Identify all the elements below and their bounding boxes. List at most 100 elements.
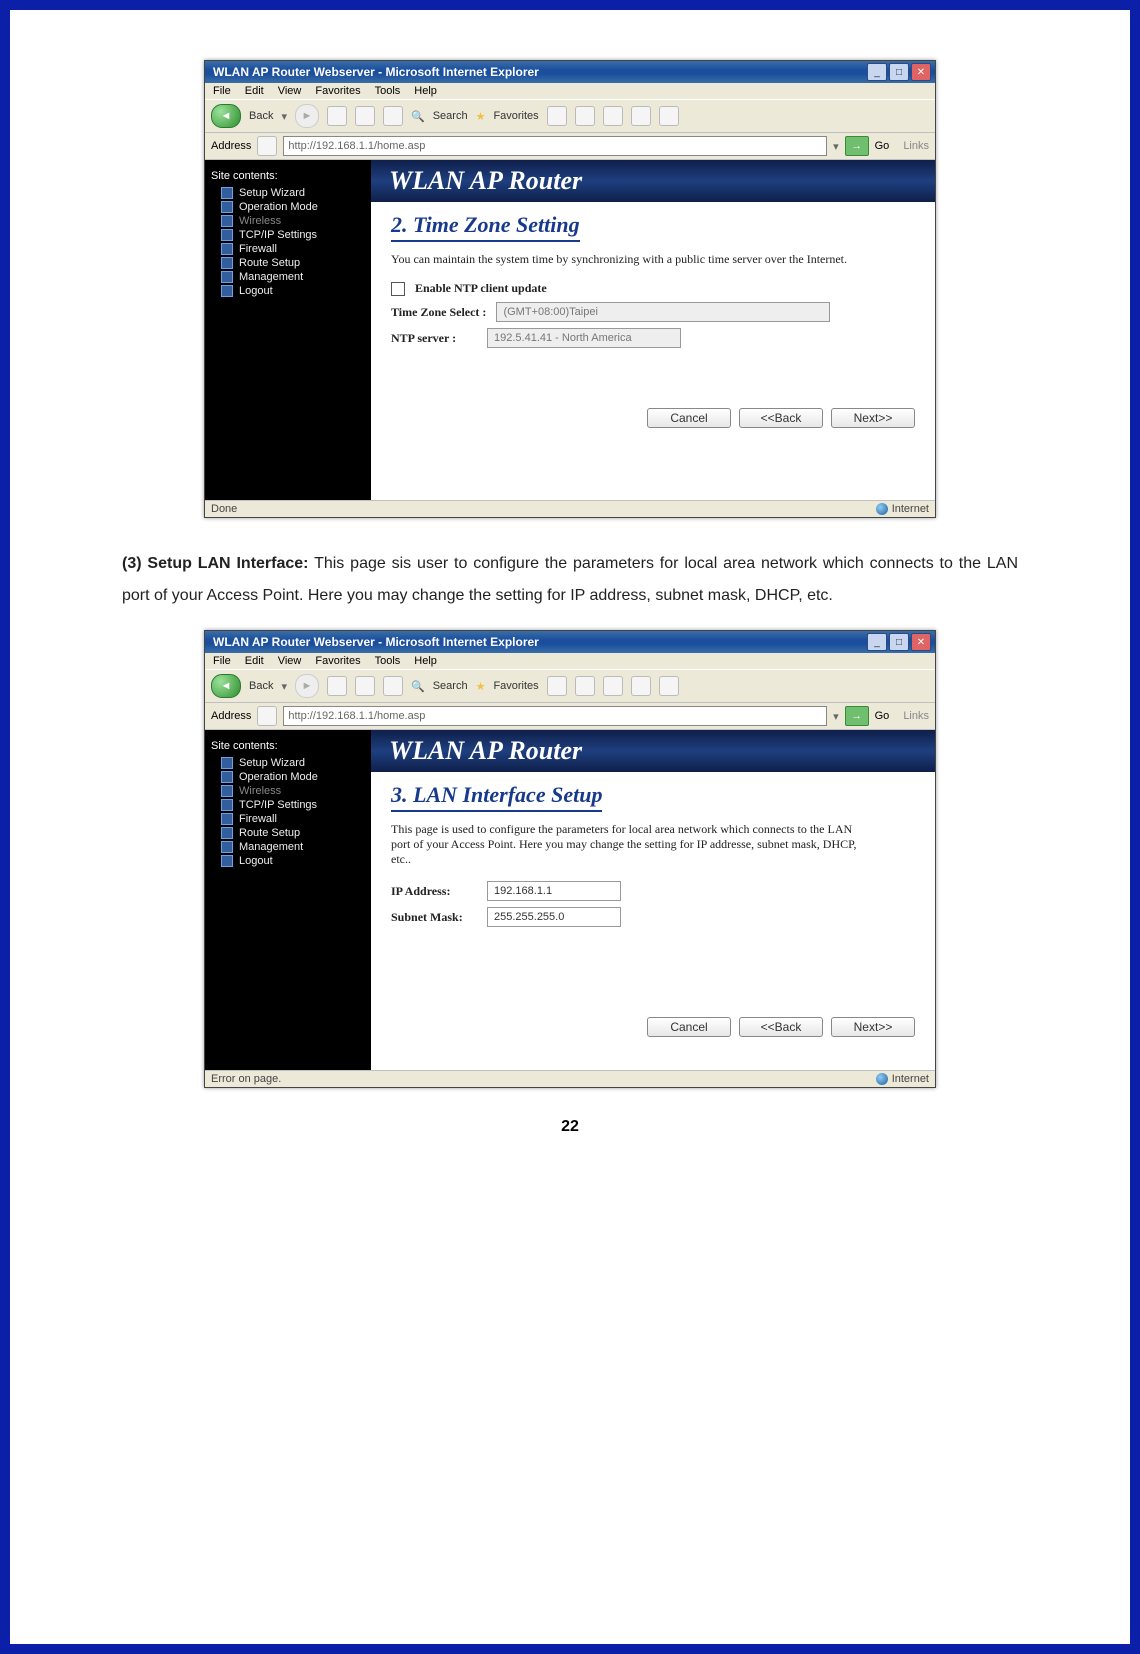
menu-favorites[interactable]: Favorites (315, 655, 360, 667)
favorites-label[interactable]: Favorites (493, 680, 538, 692)
close-button[interactable]: ✕ (911, 63, 931, 81)
sidebar-header: Site contents: (211, 170, 365, 182)
sidebar-item-opmode[interactable]: Operation Mode (211, 770, 365, 784)
discuss-icon[interactable] (659, 676, 679, 696)
sidebar-item-tcpip[interactable]: TCP/IP Settings (211, 228, 365, 242)
sidebar-item-firewall[interactable]: Firewall (211, 812, 365, 826)
sidebar-item-logout[interactable]: Logout (211, 854, 365, 868)
favorites-label[interactable]: Favorites (493, 110, 538, 122)
folder-icon (221, 285, 233, 297)
tz-label: Time Zone Select : (391, 305, 486, 320)
window-titlebar: WLAN AP Router Webserver - Microsoft Int… (205, 631, 935, 653)
forward-button[interactable]: ► (295, 104, 319, 128)
sidebar: Site contents: Setup Wizard Operation Mo… (205, 730, 371, 1070)
sidebar-item-management[interactable]: Management (211, 270, 365, 284)
search-label[interactable]: Search (433, 680, 468, 692)
forward-button[interactable]: ► (295, 674, 319, 698)
ip-input[interactable]: 192.168.1.1 (487, 881, 621, 901)
folder-icon (221, 855, 233, 867)
cancel-button[interactable]: Cancel (647, 408, 731, 428)
folder-icon (221, 187, 233, 199)
refresh-icon[interactable] (355, 106, 375, 126)
sidebar-item-firewall[interactable]: Firewall (211, 242, 365, 256)
discuss-icon[interactable] (659, 106, 679, 126)
address-bar: Address ▾ → Go Links (205, 133, 935, 160)
back-button[interactable]: ◄ (211, 104, 241, 128)
print-icon[interactable] (603, 106, 623, 126)
back-button-wizard[interactable]: <<Back (739, 1017, 823, 1037)
folder-icon (221, 813, 233, 825)
page-description: You can maintain the system time by sync… (391, 252, 871, 267)
address-input[interactable] (283, 706, 827, 726)
menu-help[interactable]: Help (414, 85, 437, 97)
print-icon[interactable] (603, 676, 623, 696)
maximize-button[interactable]: □ (889, 63, 909, 81)
menu-view[interactable]: View (278, 655, 302, 667)
go-label[interactable]: Go (875, 710, 890, 722)
sidebar-item-wizard[interactable]: Setup Wizard (211, 186, 365, 200)
back-label[interactable]: Back (249, 110, 273, 122)
toolbar: ◄ Back ▾ ► 🔍Search ★Favorites (205, 99, 935, 133)
sidebar-item-management[interactable]: Management (211, 840, 365, 854)
sidebar-header: Site contents: (211, 740, 365, 752)
menu-help[interactable]: Help (414, 655, 437, 667)
stop-icon[interactable] (327, 106, 347, 126)
next-button[interactable]: Next>> (831, 1017, 915, 1037)
menu-bar: File Edit View Favorites Tools Help (205, 653, 935, 669)
enable-ntp-checkbox[interactable] (391, 282, 405, 296)
refresh-icon[interactable] (355, 676, 375, 696)
menu-edit[interactable]: Edit (245, 85, 264, 97)
menu-tools[interactable]: Tools (375, 85, 401, 97)
ntp-select[interactable]: 192.5.41.41 - North America (487, 328, 681, 348)
window-title: WLAN AP Router Webserver - Microsoft Int… (209, 635, 865, 649)
menu-file[interactable]: File (213, 85, 231, 97)
go-button[interactable]: → (845, 706, 869, 726)
page-heading: 3. LAN Interface Setup (391, 782, 602, 812)
sidebar-item-wireless[interactable]: Wireless (211, 784, 365, 798)
menu-file[interactable]: File (213, 655, 231, 667)
sidebar-item-route[interactable]: Route Setup (211, 826, 365, 840)
sidebar-item-logout[interactable]: Logout (211, 284, 365, 298)
menu-edit[interactable]: Edit (245, 655, 264, 667)
sidebar-item-route[interactable]: Route Setup (211, 256, 365, 270)
sidebar-item-wireless[interactable]: Wireless (211, 214, 365, 228)
sidebar-item-wizard[interactable]: Setup Wizard (211, 756, 365, 770)
next-button[interactable]: Next>> (831, 408, 915, 428)
history-icon[interactable] (547, 106, 567, 126)
home-icon[interactable] (383, 676, 403, 696)
back-button-wizard[interactable]: <<Back (739, 408, 823, 428)
address-input[interactable] (283, 136, 827, 156)
router-banner: WLAN AP Router (371, 730, 935, 772)
document-page: WLAN AP Router Webserver - Microsoft Int… (0, 0, 1140, 1654)
links-label[interactable]: Links (903, 710, 929, 722)
minimize-button[interactable]: _ (867, 633, 887, 651)
history-icon[interactable] (547, 676, 567, 696)
search-label[interactable]: Search (433, 110, 468, 122)
go-button[interactable]: → (845, 136, 869, 156)
minimize-button[interactable]: _ (867, 63, 887, 81)
mail-icon[interactable] (575, 106, 595, 126)
folder-icon (221, 827, 233, 839)
sidebar-item-opmode[interactable]: Operation Mode (211, 200, 365, 214)
tz-select[interactable]: (GMT+08:00)Taipei (496, 302, 830, 322)
mail-icon[interactable] (575, 676, 595, 696)
home-icon[interactable] (383, 106, 403, 126)
address-label: Address (211, 710, 251, 722)
menu-view[interactable]: View (278, 85, 302, 97)
edit-icon[interactable] (631, 676, 651, 696)
back-label[interactable]: Back (249, 680, 273, 692)
sidebar-item-tcpip[interactable]: TCP/IP Settings (211, 798, 365, 812)
close-button[interactable]: ✕ (911, 633, 931, 651)
page-heading: 2. Time Zone Setting (391, 212, 580, 242)
back-button[interactable]: ◄ (211, 674, 241, 698)
stop-icon[interactable] (327, 676, 347, 696)
links-label[interactable]: Links (903, 140, 929, 152)
go-label[interactable]: Go (875, 140, 890, 152)
mask-input[interactable]: 255.255.255.0 (487, 907, 621, 927)
cancel-button[interactable]: Cancel (647, 1017, 731, 1037)
maximize-button[interactable]: □ (889, 633, 909, 651)
menu-favorites[interactable]: Favorites (315, 85, 360, 97)
menu-tools[interactable]: Tools (375, 655, 401, 667)
folder-icon (221, 257, 233, 269)
edit-icon[interactable] (631, 106, 651, 126)
